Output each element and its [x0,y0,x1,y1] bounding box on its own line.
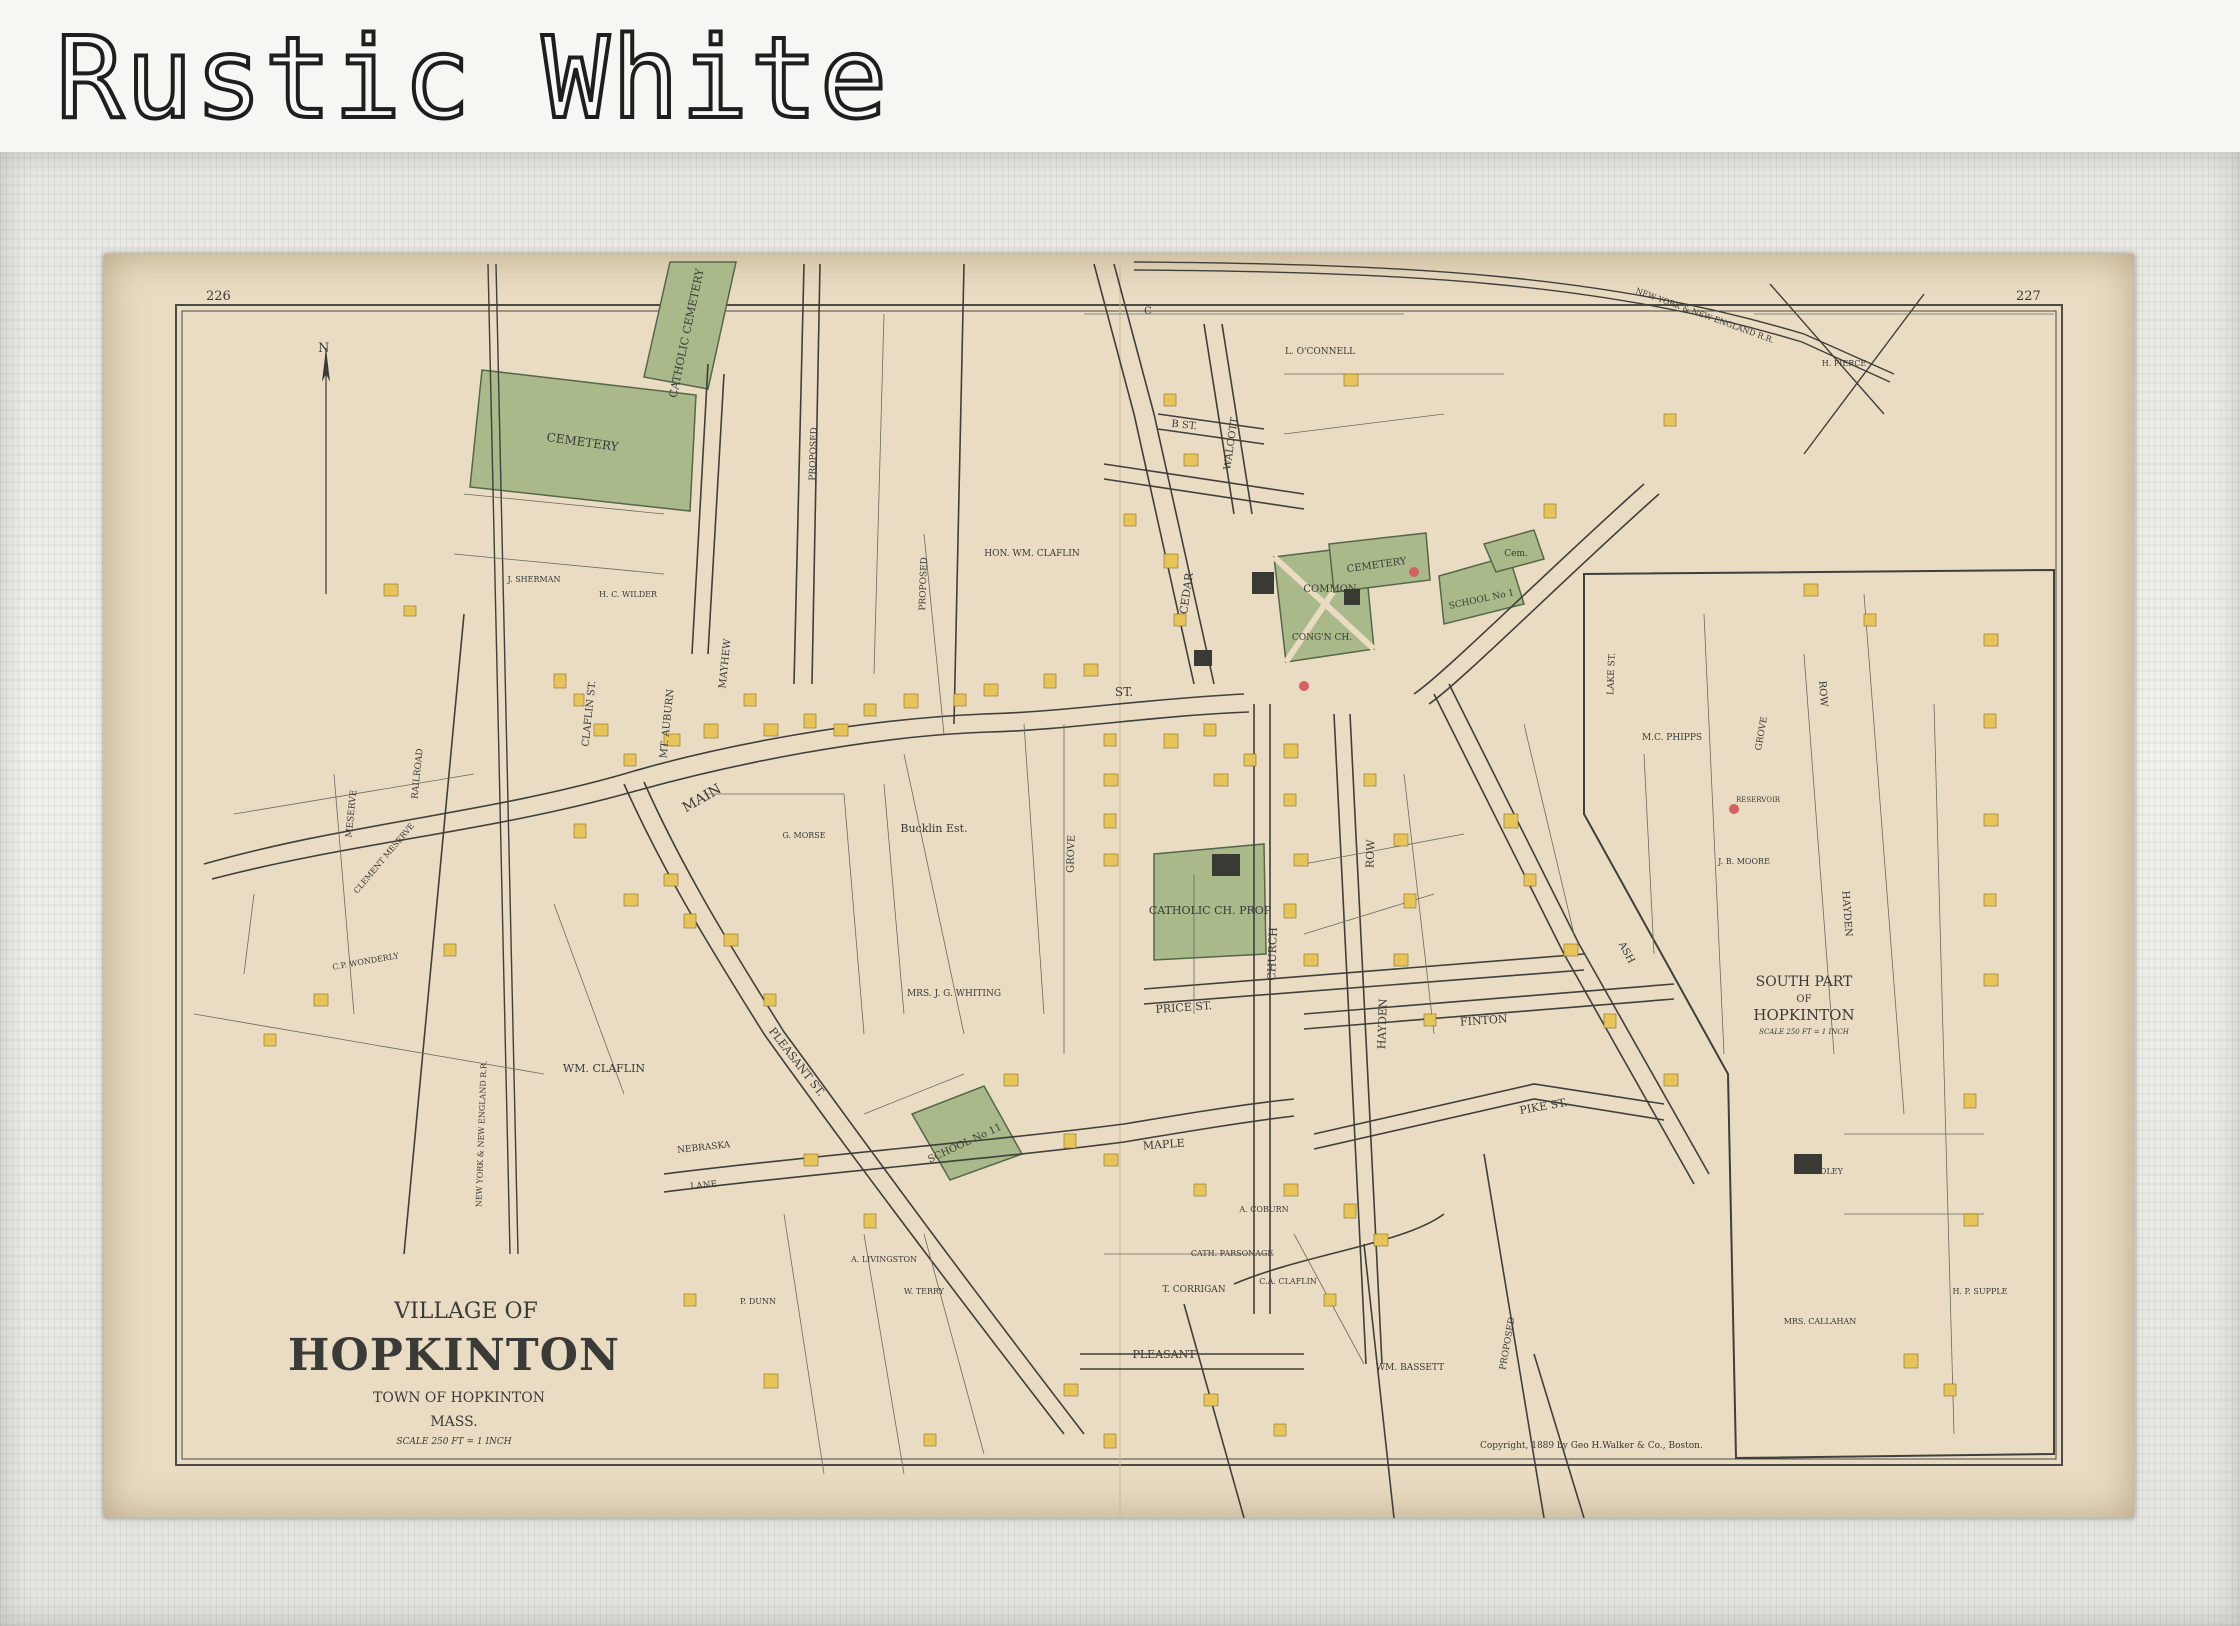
copyright-text: Copyright, 1889 by Geo H.Walker & Co., B… [1480,1441,1703,1451]
south-part-title-2: OF [1796,994,1811,1005]
railroad-st-label: RAILROAD [410,748,425,799]
frame-style-title: Rustic White [54,12,890,146]
w-terry-label: W. TERRY [904,1287,945,1296]
buildings [263,373,1999,1449]
common-label: COMMON [1303,584,1357,595]
main-street-label: MAIN [680,781,725,816]
header-banner: Rustic White [0,0,2240,152]
town-label: TOWN OF HOPKINTON [373,1390,545,1406]
marker [1409,567,1419,577]
p-dunn-label: P. DUNN [740,1297,776,1306]
row-label: ROW [1364,839,1378,869]
hayden-south-label: HAYDEN [1839,890,1853,937]
finton-st-label: FINTON [1460,1012,1509,1028]
cem-label: Cem. [1504,549,1528,559]
pleasant-st-label: PLEASANT ST. [766,1025,828,1099]
h-pierce-label: H. PIERCE [1822,359,1867,368]
map-outer-border [175,304,2063,1466]
t-corrigan-label: T. CORRIGAN [1162,1285,1225,1295]
map-inner-border [181,310,2057,1460]
grove-st-label: GROVE [1065,835,1077,873]
l-oconnell-label: L. O'CONNELL [1285,347,1355,357]
ash-st-label: ASH [1616,939,1637,965]
lane-label: LANE [690,1180,718,1193]
ny-ne-rr-2-label: NEW YORK & NEW ENGLAND R.R. [474,1060,488,1207]
cedar-st-label: CEDAR [1177,571,1196,615]
scale-label: SCALE 250 FT = 1 INCH [396,1437,511,1447]
jb-moore-label: J. B. MOORE [1717,857,1770,866]
clement-meserve-label: CLEMENT MESERVE [352,821,416,895]
catholic-ch-prop-area [1153,843,1267,961]
state-label: MASS. [430,1414,477,1430]
marker [1729,804,1739,814]
a-coburn-label: A. COBURN [1238,1205,1288,1214]
cp-wonderly-label: C.P. WONDERLY [332,951,401,972]
maple-st-label: MAPLE [1142,1137,1185,1153]
south-part-title-1: SOUTH PART [1756,974,1853,990]
claflin-st-label: CLAFLIN ST. [581,680,599,747]
reservoir-label: RESERVOIR [1736,796,1781,804]
grove-south-label: GROVE [1754,716,1770,751]
proposed-label: PROPOSED [808,427,820,481]
railroads [487,261,1925,1255]
page-number-right: 227 [2016,289,2041,304]
school-11-area [910,1085,1024,1181]
hp-supple-label: H. P. SUPPLE [1952,1287,2007,1296]
wm-claflin-label: WM. CLAFLIN [563,1062,646,1075]
village-map: N 226 227 Copyright, 1889 by Geo H.Walke… [175,261,2063,1518]
mrs-jg-whiting-label: MRS. J. G. WHITING [907,989,1001,999]
mc-phipps-label: M.C. PHIPPS [1642,733,1702,743]
wm-bassett-label: WM. BASSETT [1376,1363,1444,1373]
south-part-scale: SCALE 250 FT = 1 INCH [1759,1028,1850,1036]
meserve-st-label: MESERVE [345,789,360,838]
south-part-cartouche: SOUTH PART OF HOPKINTON SCALE 250 FT = 1… [1753,974,1854,1036]
cath-parsonage-label: CATH. PARSONAGE [1191,1249,1274,1258]
hayden-row-label: HAYDEN [1375,998,1390,1050]
pleasant-st-2-label: PLEASANT [1132,1348,1196,1361]
mrs-callahan-label: MRS. CALLAHAN [1784,1317,1857,1326]
b-st-label: B ST. [1171,419,1198,433]
ca-claflin-label: C.A. CLAFLIN [1259,1277,1316,1286]
proposed-2-label: PROPOSED [918,557,930,611]
hon-wm-claflin-label: HON. WM. CLAFLIN [984,549,1080,559]
hopkinton-title: HOPKINTON [288,1330,620,1381]
g-morse-label: G. MORSE [782,831,825,840]
nebraska-st-label: NEBRASKA [677,1140,732,1156]
m-foley-label: M. FOLEY [1801,1167,1844,1176]
st-label: ST. [1115,685,1133,699]
page-number-left: 226 [206,289,231,304]
marker [1299,681,1309,691]
village-of-label: VILLAGE OF [393,1299,538,1324]
hc-wilder-label: H. C. WILDER [599,590,658,599]
catholic-ch-prop-label: CATHOLIC CH. PROP [1149,904,1272,917]
bucklin-est-label: Bucklin Est. [900,822,967,835]
pike-st-label: PIKE ST. [1519,1096,1569,1117]
north-arrow: N [318,341,330,594]
price-st-label: PRICE ST. [1155,999,1213,1016]
ny-ne-rr-label: NEW YORK & NEW ENGLAND R.R. [1634,286,1775,345]
row-south-label: ROW [1816,680,1829,707]
north-label: N [318,341,329,356]
a-livingston-label: A. LIVINGSTON [850,1255,917,1264]
mt-auburn-label: MT. AUBURN [658,688,676,759]
mayhew-st-label: MAYHEW [717,638,733,690]
c-st-label: C [1144,306,1152,317]
lake-st-label: LAKE ST. [1606,652,1617,695]
church-st-label: CHURCH [1265,927,1280,981]
congn-ch-label: CONG'N CH. [1292,633,1352,643]
j-sherman-label: J. SHERMAN [507,575,561,584]
village-cartouche: VILLAGE OF HOPKINTON TOWN OF HOPKINTON M… [288,1299,620,1447]
south-part-title-3: HOPKINTON [1753,1006,1854,1024]
walcott-st-label: WALCOTT [1222,416,1240,470]
